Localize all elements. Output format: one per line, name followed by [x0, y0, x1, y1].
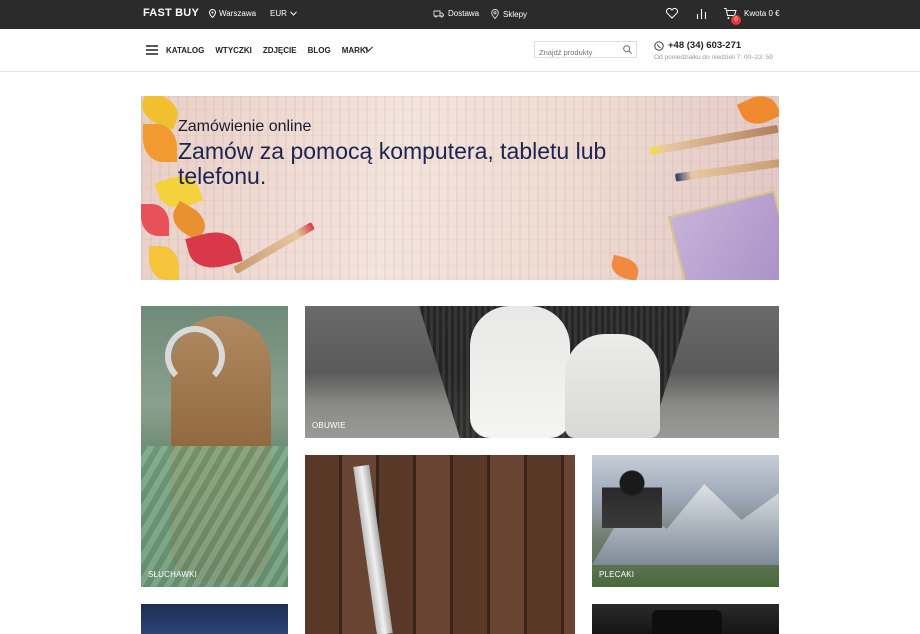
shops-label: Sklepy — [503, 9, 528, 19]
tile-label: PLECAKI — [599, 570, 635, 579]
banner-title: Zamów za pomocą komputera, tabletu lub t… — [178, 138, 607, 189]
truck-icon — [433, 10, 444, 18]
autumn-leaf-decoration — [143, 124, 177, 162]
pencil-decoration — [674, 158, 779, 182]
autumn-leaf-decoration — [141, 204, 169, 236]
nav-item-zdjecie[interactable]: ZDJĘCIE — [263, 46, 297, 55]
nav-item-wtyczki[interactable]: WTYCZKI — [215, 46, 251, 55]
pencil-decoration — [233, 222, 315, 274]
shops-link[interactable]: Sklepy — [491, 9, 527, 19]
whatsapp-icon — [654, 40, 664, 51]
chevron-down-icon — [290, 11, 297, 16]
location-selector[interactable]: Warszawa — [209, 9, 256, 18]
search-icon[interactable] — [623, 45, 632, 54]
tile-label: OBUWIE — [312, 421, 346, 430]
top-bar: FAST BUY Warszawa EUR Dostawa Sklepy 0 K… — [0, 0, 920, 29]
heart-icon[interactable] — [666, 8, 678, 19]
location-label: Warszawa — [219, 9, 257, 18]
category-tile-backpacks[interactable]: PLECAKI — [592, 455, 779, 587]
search-box — [534, 41, 637, 60]
category-tile-shoes[interactable]: OBUWIE — [305, 306, 779, 438]
nav-item-katalog[interactable]: KATALOG — [166, 46, 204, 55]
currency-selector[interactable]: EUR — [270, 9, 297, 18]
search-input[interactable] — [535, 45, 615, 60]
location-pin-icon — [209, 9, 216, 18]
category-tile-headphones[interactable]: SŁUCHAWKI — [141, 306, 288, 587]
sneaker-image — [470, 306, 570, 438]
map-pin-icon — [491, 9, 499, 19]
delivery-link[interactable]: Dostawa — [433, 9, 479, 18]
phone-contact[interactable]: +48 (34) 603-271 — [654, 40, 741, 51]
camera-image — [652, 610, 722, 634]
category-tile-partial[interactable] — [141, 604, 288, 634]
category-tile-scooter[interactable] — [305, 455, 575, 634]
scooter-image — [353, 464, 393, 634]
tile-label: SŁUCHAWKI — [148, 570, 198, 579]
category-tile-camera[interactable] — [592, 604, 779, 634]
delivery-label: Dostawa — [448, 9, 480, 18]
autumn-leaf-decoration — [149, 246, 179, 280]
book-decoration — [667, 190, 779, 280]
banner-subtitle: Zamówienie online — [178, 118, 312, 135]
category-menu: KATALOG WTYCZKI ZDJĘCIE BLOG MARKI — [166, 46, 368, 55]
hamburger-menu-icon[interactable] — [146, 45, 158, 55]
nav-item-blog[interactable]: BLOG — [308, 46, 331, 55]
cyclist-image — [602, 465, 662, 555]
cart-amount[interactable]: Kwota 0 € — [744, 9, 780, 18]
autumn-leaf-decoration — [608, 254, 642, 280]
currency-label: EUR — [270, 9, 287, 18]
main-navigation: KATALOG WTYCZKI ZDJĘCIE BLOG MARKI +48 (… — [0, 29, 920, 72]
pencil-decoration — [649, 124, 779, 156]
promo-banner[interactable]: Zamówienie online Zamów za pomocą komput… — [141, 96, 779, 280]
phone-number: +48 (34) 603-271 — [668, 40, 742, 51]
compare-chart-icon[interactable] — [696, 8, 707, 20]
shirt-image — [141, 446, 288, 587]
opening-hours: Od poniedziałku do niedzieli 7: 00–23: 5… — [654, 54, 773, 61]
headphones-image — [165, 326, 225, 386]
brand-logo[interactable]: FAST BUY — [143, 7, 199, 19]
cart-count-badge: 0 — [731, 15, 741, 25]
chevron-down-icon[interactable] — [364, 46, 373, 52]
sneaker-image — [565, 334, 660, 438]
